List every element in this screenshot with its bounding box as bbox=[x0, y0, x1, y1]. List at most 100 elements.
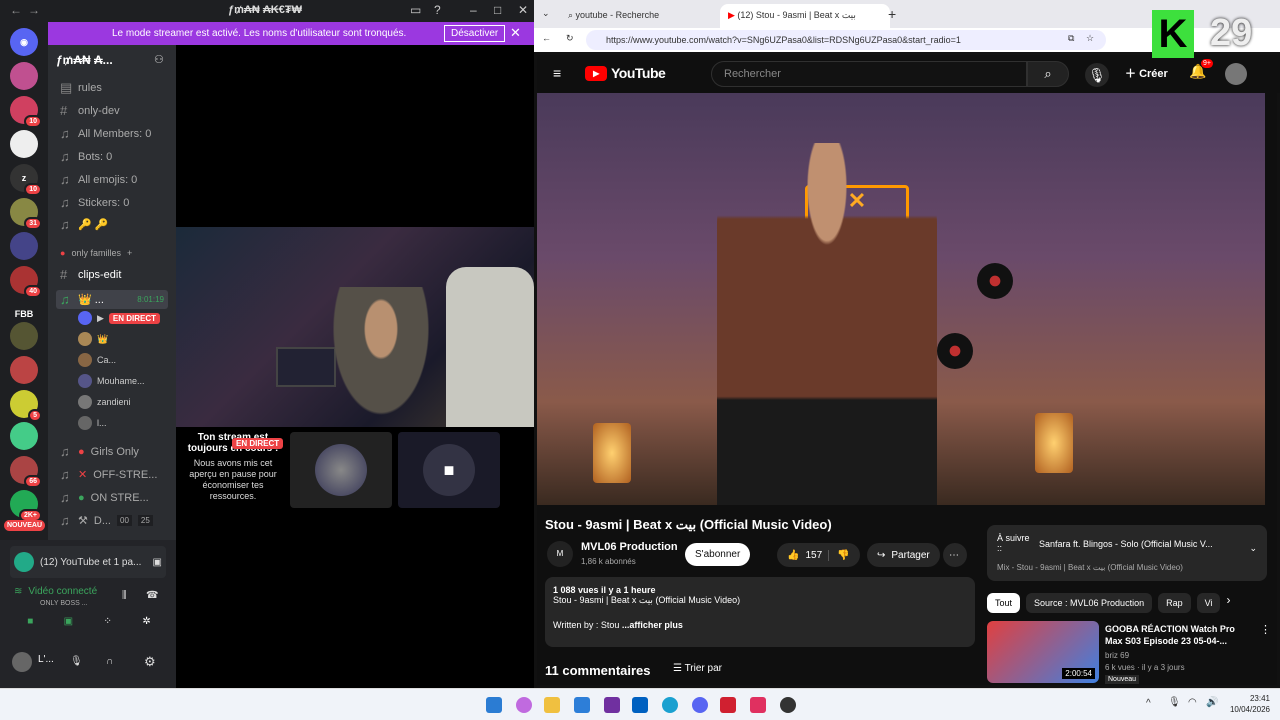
server-icon[interactable]: 66 bbox=[10, 456, 42, 488]
channel-d[interactable]: ♫ ⚒ D... 00 25 bbox=[60, 513, 153, 528]
thumbs-down-icon[interactable]: 👎 bbox=[828, 549, 850, 561]
server-icon[interactable]: 10 bbox=[10, 96, 42, 128]
voice-user[interactable]: ▶ EN DIRECT bbox=[78, 311, 161, 325]
sort-button[interactable]: ☰ Trier par bbox=[673, 663, 722, 674]
server-icon[interactable]: 31 bbox=[10, 198, 42, 230]
search-input[interactable]: Rechercher bbox=[711, 61, 1027, 87]
extension-icon[interactable]: ⧉ bbox=[1068, 33, 1074, 44]
tab-search[interactable]: ⌕ youtube - Recherche bbox=[560, 4, 716, 28]
mic-icon[interactable]: 🎙 bbox=[70, 656, 83, 667]
chip-rap[interactable]: Rap bbox=[1158, 593, 1191, 613]
share-button[interactable]: ↪ Partager bbox=[867, 543, 940, 567]
up-next-card[interactable]: À suivre :: Sanfara ft. Blingos - Solo (… bbox=[987, 525, 1267, 581]
more-icon[interactable]: ⋯ bbox=[943, 543, 967, 567]
chevron-right-icon[interactable]: › bbox=[1226, 593, 1230, 613]
close-banner-icon[interactable]: ✕ bbox=[510, 25, 521, 41]
chevron-up-icon[interactable]: ^ bbox=[1146, 698, 1151, 709]
reload-icon[interactable]: ↻ bbox=[566, 33, 574, 44]
voice-channel-active[interactable]: ♫ 👑 ... 8:01:19 bbox=[56, 290, 168, 309]
server-icon[interactable] bbox=[10, 422, 38, 450]
inbox-icon[interactable]: ▭ bbox=[410, 3, 421, 17]
subscribe-button[interactable]: S'abonner bbox=[685, 543, 751, 566]
bookmark-icon[interactable]: ☆ bbox=[1086, 33, 1094, 44]
participant-tile[interactable] bbox=[290, 432, 392, 508]
voice-user[interactable]: Ca... bbox=[78, 353, 116, 367]
more-icon[interactable]: ⋮ bbox=[1260, 623, 1271, 636]
search-icon[interactable]: ⌕ bbox=[1027, 61, 1069, 87]
video-player[interactable]: ✕ bbox=[537, 93, 1265, 505]
app-icon[interactable] bbox=[750, 697, 766, 713]
volume-icon[interactable]: 🔊 bbox=[1206, 697, 1218, 708]
mic-icon[interactable]: 🎙 bbox=[1085, 63, 1109, 87]
channel-off-stream[interactable]: ♫ ✕ OFF-STRE... bbox=[60, 467, 157, 482]
chip-source[interactable]: Source : MVL06 Production bbox=[1026, 593, 1153, 613]
activity-card[interactable]: (12) YouTube et 1 pa... ▣ bbox=[10, 546, 166, 578]
disable-button[interactable]: Désactiver bbox=[444, 25, 506, 42]
server-icon[interactable]: 5 bbox=[10, 390, 42, 422]
avatar[interactable] bbox=[12, 652, 32, 672]
voice-user[interactable]: zandieni bbox=[78, 395, 131, 409]
activities-icon[interactable]: ⁘ bbox=[104, 616, 112, 636]
tab-video[interactable]: ▶ (12) Stou - 9asmi | Beat x بيت bbox=[720, 4, 890, 28]
server-icon[interactable] bbox=[10, 232, 38, 260]
voice-user[interactable]: Mouhame... bbox=[78, 374, 145, 388]
store-icon[interactable] bbox=[574, 697, 590, 713]
settings-icon[interactable]: ⚙ bbox=[144, 654, 156, 670]
server-icon[interactable] bbox=[10, 356, 38, 384]
obs-icon[interactable] bbox=[780, 697, 796, 713]
category-familles[interactable]: ● only familles + bbox=[60, 248, 132, 258]
help-icon[interactable]: ? bbox=[434, 3, 441, 17]
channel-name[interactable]: MVL06 Production bbox=[581, 541, 678, 553]
channel-keys[interactable]: ♫ 🔑 🔑 bbox=[60, 217, 108, 232]
discord-icon[interactable] bbox=[692, 697, 708, 713]
chevron-down-icon[interactable]: ⌄ bbox=[1249, 543, 1257, 554]
edge-icon[interactable] bbox=[662, 697, 678, 713]
maximize-icon[interactable]: □ bbox=[494, 3, 501, 17]
new-tab-icon[interactable]: + bbox=[888, 6, 896, 22]
tab-menu-icon[interactable]: ⌄ bbox=[542, 8, 550, 19]
show-more-link[interactable]: ...afficher plus bbox=[622, 620, 683, 630]
effects-icon[interactable]: ✲ bbox=[142, 616, 150, 636]
channel-emojis[interactable]: ♫ All emojis: 0 bbox=[60, 172, 137, 187]
chip-more[interactable]: Vi bbox=[1196, 593, 1221, 613]
server-icon[interactable] bbox=[10, 62, 38, 90]
stream-preview[interactable] bbox=[176, 227, 534, 427]
wifi-icon[interactable]: ◠ bbox=[1188, 697, 1197, 708]
create-button[interactable]: ＋ Créer bbox=[1125, 65, 1168, 81]
chip-all[interactable]: Tout bbox=[987, 593, 1021, 613]
description-box[interactable]: 1 088 vues il y a 1 heure Stou - 9asmi |… bbox=[545, 577, 975, 647]
file-explorer-icon[interactable] bbox=[544, 697, 560, 713]
screen-icon[interactable]: ▣ bbox=[153, 557, 162, 568]
channel-clips-edit[interactable]: # clips-edit bbox=[60, 267, 121, 282]
channel-only-dev[interactable]: # only-dev bbox=[60, 103, 120, 118]
channel-avatar[interactable]: M bbox=[547, 541, 573, 567]
channel-members[interactable]: ♫ All Members: 0 bbox=[60, 126, 151, 141]
screen-share-icon[interactable]: ▣ bbox=[64, 616, 73, 636]
add-member-icon[interactable]: ⚇ bbox=[154, 53, 164, 66]
mic-icon[interactable]: 🎙 bbox=[1168, 697, 1181, 708]
channel-on-stream[interactable]: ♫ ● ON STRE... bbox=[60, 490, 149, 505]
app-icon[interactable] bbox=[604, 697, 620, 713]
clock[interactable]: 23:41 10/04/2026 bbox=[1226, 693, 1270, 715]
close-icon[interactable]: ✕ bbox=[518, 3, 528, 17]
channel-bots[interactable]: ♫ Bots: 0 bbox=[60, 149, 112, 164]
participant-tile[interactable]: ■ bbox=[398, 432, 500, 508]
voice-user[interactable]: 👑 bbox=[78, 332, 108, 346]
menu-icon[interactable]: ≡ bbox=[553, 65, 561, 81]
forward-icon[interactable]: → bbox=[28, 3, 40, 17]
camera-icon[interactable]: ■ bbox=[27, 616, 33, 636]
copilot-icon[interactable] bbox=[516, 697, 532, 713]
back-icon[interactable]: ← bbox=[542, 33, 551, 43]
server-name[interactable]: ƒ₥₳₦ ₳... bbox=[56, 53, 113, 67]
start-icon[interactable] bbox=[486, 697, 502, 713]
server-icon[interactable] bbox=[10, 130, 38, 158]
minimize-icon[interactable]: – bbox=[470, 3, 477, 17]
server-icon[interactable] bbox=[10, 322, 38, 350]
url-field[interactable]: https://www.youtube.com/watch?v=SNg6UZPa… bbox=[586, 30, 1106, 50]
headset-icon[interactable]: ∩ bbox=[106, 656, 113, 667]
outlook-icon[interactable] bbox=[632, 697, 648, 713]
channel-stickers[interactable]: ♫ Stickers: 0 bbox=[60, 195, 129, 210]
server-icon[interactable]: z 10 bbox=[10, 164, 42, 196]
youtube-logo[interactable]: ▶ YouTube bbox=[585, 65, 666, 81]
add-icon[interactable]: + bbox=[127, 248, 132, 258]
